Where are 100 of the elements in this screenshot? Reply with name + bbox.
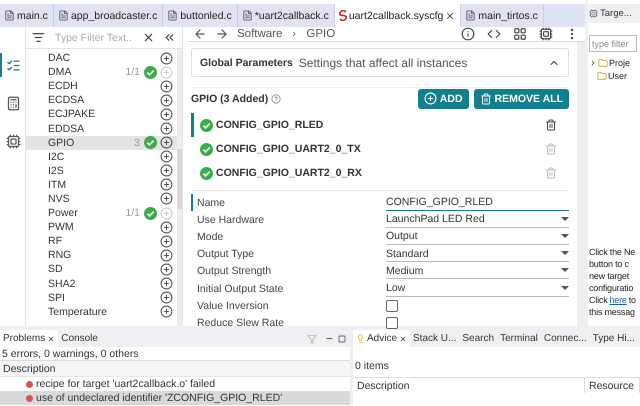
advice-summary: 0 items [354, 359, 390, 373]
panel-tab[interactable]: Stack U... [410, 330, 460, 347]
module-name[interactable]: ITM [48, 178, 160, 191]
editor-tab[interactable]: main_tirtos.c [461, 4, 544, 27]
add-icon[interactable] [160, 52, 173, 65]
property-label: Use Hardware [197, 214, 266, 226]
problem-row[interactable]: use of undeclared identifier 'ZCONFIG_GPIO_RLED' [0, 391, 350, 405]
chip-icon[interactable] [539, 27, 553, 41]
add-icon[interactable] [160, 108, 173, 121]
code-icon[interactable] [487, 27, 501, 41]
clear-icon[interactable] [142, 31, 155, 44]
editor-tab[interactable]: main.c [0, 4, 54, 27]
global-parameters-card[interactable]: Global Parameters Settings that affect all instances [191, 48, 569, 77]
editor-tab[interactable]: app_broadcaster.c [54, 4, 164, 27]
module-name[interactable]: DAC [48, 52, 160, 64]
module-name[interactable]: ECDH [48, 80, 160, 92]
checkbox[interactable] [386, 300, 398, 312]
panel-tab[interactable]: Search [459, 330, 498, 347]
module-name[interactable]: SHA2 [48, 278, 160, 290]
view-tab[interactable]: Targe... [588, 4, 640, 23]
tree-item[interactable]: User [608, 70, 628, 80]
column-header[interactable]: Description [357, 380, 410, 392]
dropdown[interactable]: Standard [386, 246, 569, 262]
maximize-icon[interactable] [338, 334, 346, 342]
add-icon[interactable] [160, 305, 173, 318]
panel-tab[interactable]: Advice [353, 330, 410, 347]
module-name[interactable]: ECJPAKE [48, 108, 160, 120]
panel-tab[interactable]: Console [58, 330, 101, 347]
close-icon[interactable] [445, 10, 456, 20]
text-field[interactable]: CONFIG_GPIO_RLED [386, 194, 569, 211]
back-icon[interactable] [193, 27, 207, 41]
dropdown[interactable]: Medium [386, 263, 569, 280]
expand-icon[interactable] [589, 58, 597, 66]
instance-name[interactable]: CONFIG_GPIO_RLED [216, 119, 542, 131]
checkbox[interactable] [386, 316, 398, 329]
module-name[interactable]: NVS [48, 192, 160, 205]
add-icon[interactable] [160, 291, 173, 304]
module-name[interactable]: PWM [48, 221, 160, 234]
instance-name[interactable]: CONFIG_GPIO_UART2_0_RX [216, 167, 542, 179]
panel-tab[interactable]: Terminal [497, 330, 541, 347]
remove-all-button[interactable]: REMOVE ALL [474, 88, 569, 108]
add-icon[interactable] [160, 262, 173, 276]
editor-tab[interactable]: buttonled.c [163, 4, 238, 27]
help-icon[interactable] [271, 94, 282, 104]
add-icon[interactable] [160, 164, 173, 178]
filter-field[interactable]: Type Filter Text... [53, 30, 134, 44]
add-icon[interactable] [160, 94, 173, 107]
config-file-icon [338, 10, 347, 21]
column-header[interactable]: Description [3, 362, 56, 374]
close-icon[interactable] [47, 334, 56, 342]
module-name[interactable]: RNG [48, 249, 160, 262]
lightbulb-icon [356, 334, 365, 343]
panel-tab[interactable]: Problems [0, 330, 58, 347]
dropdown-arrow-icon [561, 251, 569, 256]
add-icon[interactable] [160, 150, 173, 164]
here-link[interactable]: here [610, 294, 627, 306]
plus-icon [424, 92, 437, 105]
trash-icon[interactable] [545, 119, 557, 131]
dropdown[interactable]: LaunchPad LED Red [386, 212, 569, 228]
add-icon[interactable] [160, 192, 173, 206]
filter-field[interactable]: type filter [589, 35, 637, 52]
add-icon[interactable] [160, 122, 173, 136]
forward-icon[interactable] [215, 27, 229, 41]
info-icon[interactable] [461, 27, 475, 41]
module-name[interactable]: ECDSA [48, 94, 160, 106]
property-label: Name [197, 196, 226, 209]
add-icon[interactable] [160, 220, 173, 234]
panel-tab[interactable]: Connec... [540, 330, 590, 347]
module-name[interactable]: Temperature [48, 306, 160, 318]
module-name[interactable]: SPI [48, 292, 160, 304]
panel-tab[interactable]: Type Hi... [590, 330, 638, 347]
dropdown-arrow-icon [561, 268, 569, 274]
dropdown[interactable]: Output [386, 228, 569, 245]
collapse-icon[interactable] [163, 31, 176, 44]
add-icon[interactable] [160, 248, 173, 262]
add-icon[interactable] [160, 277, 173, 290]
module-name[interactable]: SD [48, 263, 160, 276]
column-header[interactable]: Resource [589, 380, 634, 392]
module-name[interactable]: I2C [48, 150, 160, 163]
close-icon[interactable] [399, 334, 408, 342]
tree-item[interactable]: Proje [609, 58, 630, 68]
dropdown-arrow-icon [561, 286, 569, 291]
breadcrumb-item[interactable]: Software [237, 28, 282, 40]
instance-name[interactable]: CONFIG_GPIO_UART2_0_TX [216, 143, 542, 155]
add-button[interactable]: ADD [418, 88, 469, 108]
breadcrumb-item[interactable]: GPIO [306, 28, 336, 40]
module-count: 3 [134, 136, 140, 149]
add-icon[interactable] [160, 136, 173, 150]
dropdown[interactable]: Low [386, 280, 569, 297]
module-name[interactable]: RF [48, 235, 160, 248]
message-line: button to c [589, 258, 630, 270]
add-icon[interactable] [160, 178, 173, 192]
editor-tab[interactable]: uart2callback.syscfg [334, 4, 462, 27]
add-icon[interactable] [160, 234, 173, 248]
module-name[interactable]: GPIO [48, 136, 134, 149]
board-icon[interactable] [513, 27, 527, 41]
scrollbar[interactable] [577, 42, 585, 332]
add-icon[interactable] [160, 80, 173, 93]
module-name[interactable]: I2S [48, 164, 160, 177]
module-name[interactable]: EDDSA [48, 122, 160, 135]
